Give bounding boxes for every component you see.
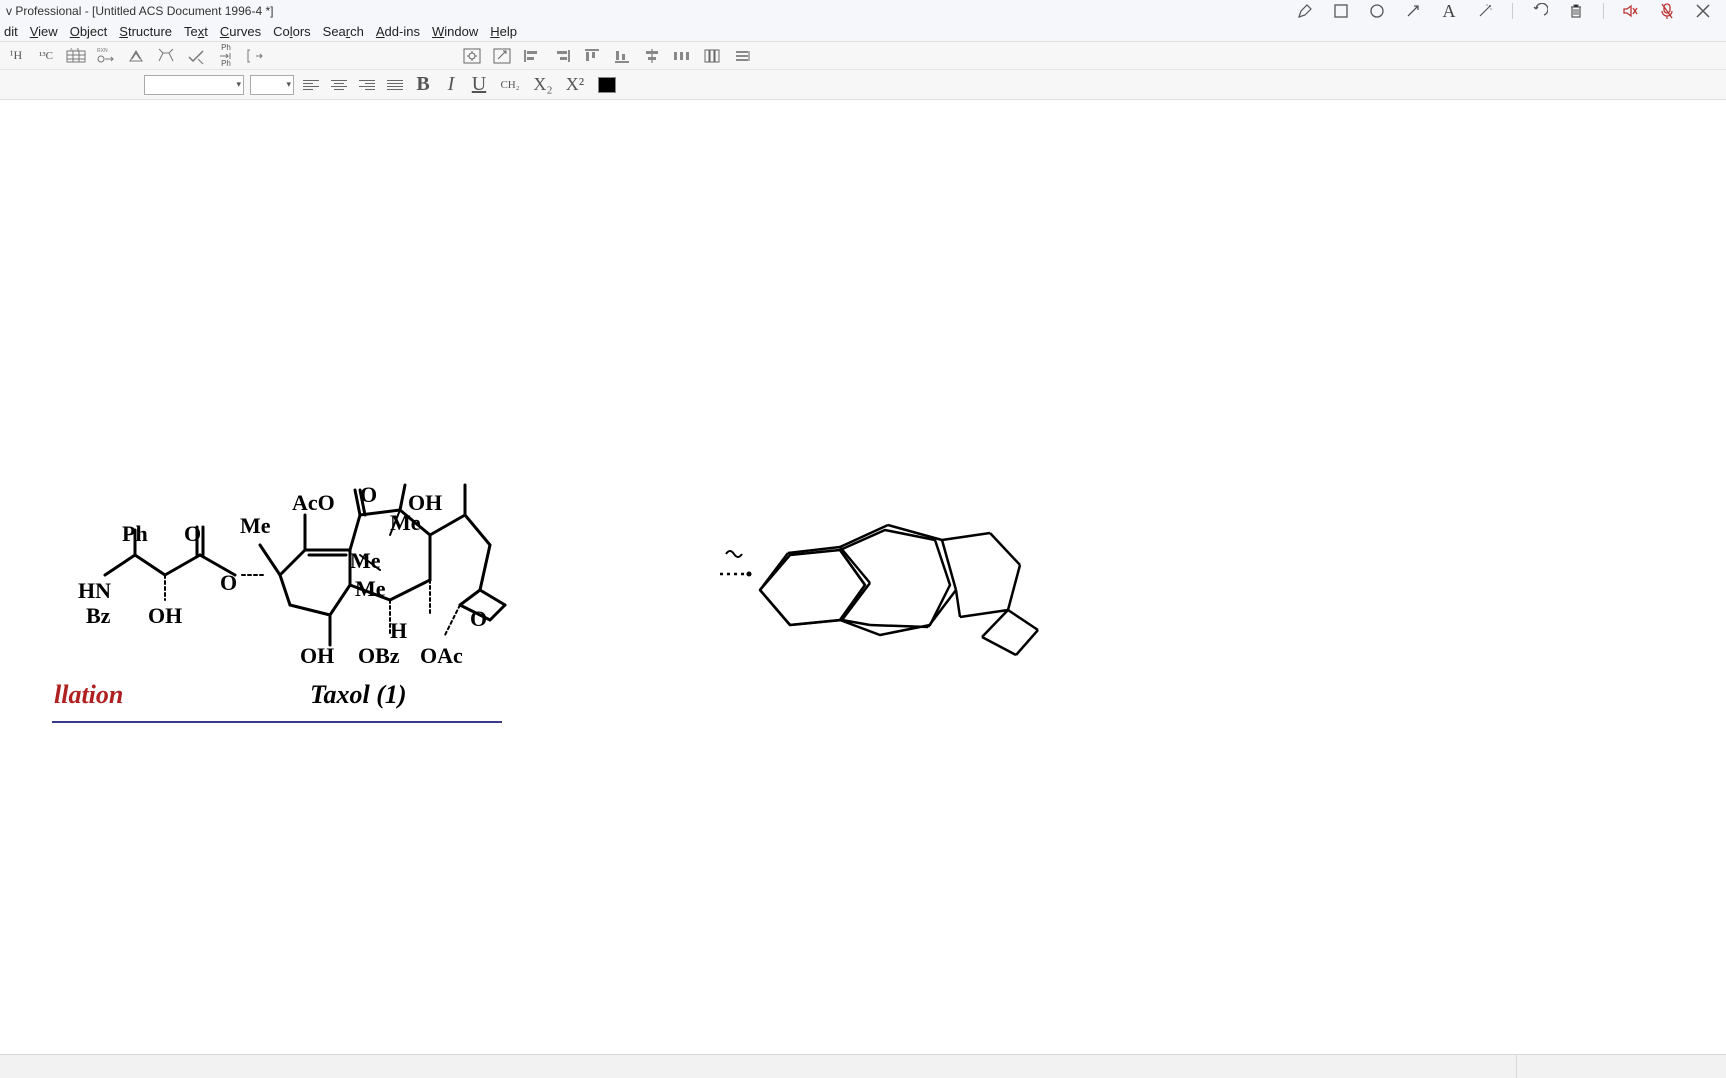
trash-icon[interactable] xyxy=(1567,2,1585,20)
menu-help[interactable]: Help xyxy=(490,24,517,39)
square-icon[interactable] xyxy=(1332,2,1350,20)
menu-window[interactable]: Window xyxy=(432,24,478,39)
canvas[interactable]: Ph O HN Bz OH O Me AcO O OH Me Me Me H O… xyxy=(0,100,1726,1054)
settings-button[interactable] xyxy=(460,45,484,67)
titlebar-controls: A xyxy=(1296,2,1720,20)
bracket-button[interactable] xyxy=(244,45,268,67)
label-o-dots: O xyxy=(220,572,237,594)
label-me4: Me xyxy=(355,578,386,600)
label-bz: Bz xyxy=(86,605,110,627)
pen-icon[interactable] xyxy=(1296,2,1314,20)
separator xyxy=(1603,3,1604,19)
toolbar-text: ▾ ▾ B I U CH₂ X₂ X² xyxy=(0,70,1726,100)
label-taxol-title: Taxol (1) xyxy=(310,680,407,710)
align-bottom-button[interactable] xyxy=(610,45,634,67)
menu-edit[interactable]: dit xyxy=(4,24,18,39)
menu-curves[interactable]: Curves xyxy=(220,24,261,39)
label-ilation: llation xyxy=(54,680,123,710)
label-me2: Me xyxy=(390,512,421,534)
align-justify-text[interactable] xyxy=(384,74,406,96)
statusbar xyxy=(0,1054,1726,1078)
svg-text:A→B: A→B xyxy=(70,48,80,52)
periodic-button[interactable]: A→B xyxy=(64,45,88,67)
rxn-button[interactable]: RXN xyxy=(94,45,118,67)
circle-icon[interactable] xyxy=(1368,2,1386,20)
bold-button[interactable]: B xyxy=(412,74,434,96)
mic-off-icon[interactable] xyxy=(1658,2,1676,20)
formula-button[interactable]: CH₂ xyxy=(496,74,524,96)
close-icon[interactable] xyxy=(1694,2,1712,20)
label-hn: HN xyxy=(78,580,111,602)
popup-button[interactable] xyxy=(490,45,514,67)
superscript-button[interactable]: X² xyxy=(562,74,588,96)
align-top-button[interactable] xyxy=(580,45,604,67)
drawn-structure[interactable] xyxy=(720,495,1060,675)
label-oh-sc: OH xyxy=(148,605,182,627)
align-right-text[interactable] xyxy=(356,74,378,96)
label-ph: Ph xyxy=(122,523,148,545)
color-swatch[interactable] xyxy=(598,77,616,93)
status-right-panel xyxy=(1516,1055,1726,1078)
underline-rule xyxy=(52,721,502,723)
menu-search[interactable]: Search xyxy=(323,24,364,39)
align-left-text[interactable] xyxy=(300,74,322,96)
menu-text[interactable]: Text xyxy=(184,24,208,39)
mute-icon[interactable] xyxy=(1622,2,1640,20)
distribute-h-button[interactable] xyxy=(670,45,694,67)
arrow-icon[interactable] xyxy=(1404,2,1422,20)
size-select[interactable]: ▾ xyxy=(250,75,294,95)
label-h: H xyxy=(390,620,407,642)
list-button[interactable] xyxy=(730,45,754,67)
columns-button[interactable] xyxy=(700,45,724,67)
label-obz: OBz xyxy=(358,645,400,667)
menu-colors[interactable]: Colors xyxy=(273,24,311,39)
label-o-carbonyl: O xyxy=(184,523,201,545)
drawn-fragment[interactable] xyxy=(718,548,768,588)
cleanup-button[interactable] xyxy=(124,45,148,67)
undo-icon[interactable] xyxy=(1531,2,1549,20)
font-select[interactable]: ▾ xyxy=(144,75,244,95)
label-oh-bot: OH xyxy=(300,645,334,667)
titlebar: v Professional - [Untitled ACS Document … xyxy=(0,0,1726,22)
label-me3: Me xyxy=(350,550,381,572)
label-o-ring: O xyxy=(470,608,487,630)
separator xyxy=(1512,3,1513,19)
subscript-button[interactable]: X₂ xyxy=(530,74,556,96)
underline-button[interactable]: U xyxy=(468,74,490,96)
align-right-button[interactable] xyxy=(550,45,574,67)
menubar: dit View Object Structure Text Curves Co… xyxy=(0,22,1726,42)
italic-button[interactable]: I xyxy=(440,74,462,96)
ph-button[interactable]: PhPh xyxy=(214,45,238,67)
window-title: v Professional - [Untitled ACS Document … xyxy=(6,4,273,18)
menu-addins[interactable]: Add-ins xyxy=(376,24,420,39)
menu-view[interactable]: View xyxy=(30,24,58,39)
label-o-top: O xyxy=(360,484,377,506)
menu-object[interactable]: Object xyxy=(70,24,108,39)
nmr-1h-button[interactable]: ¹H xyxy=(4,45,28,67)
align-center-v-button[interactable] xyxy=(640,45,664,67)
toolbar-chemistry: ¹H ¹³C A→B RXN PhPh xyxy=(0,42,1726,70)
align-left-button[interactable] xyxy=(520,45,544,67)
align-center-text[interactable] xyxy=(328,74,350,96)
svg-text:RXN: RXN xyxy=(97,48,108,54)
text-a-icon[interactable]: A xyxy=(1440,2,1458,20)
label-me1: Me xyxy=(240,515,271,537)
struct-button[interactable] xyxy=(154,45,178,67)
label-oac: OAc xyxy=(420,645,463,667)
label-aco: AcO xyxy=(292,492,335,514)
nmr-13c-button[interactable]: ¹³C xyxy=(34,45,58,67)
menu-structure[interactable]: Structure xyxy=(119,24,172,39)
wand-icon[interactable] xyxy=(1476,2,1494,20)
check-struct-button[interactable] xyxy=(184,45,208,67)
